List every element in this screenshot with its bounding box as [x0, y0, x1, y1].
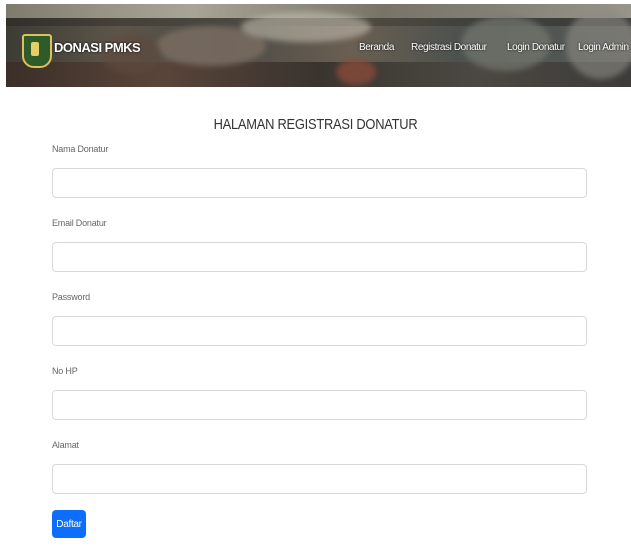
- banner-photo-layer: [6, 62, 631, 87]
- logo-emblem-icon[interactable]: [22, 34, 52, 68]
- nama-donatur-input[interactable]: [52, 168, 587, 198]
- nav-login-admin[interactable]: Login Admin: [578, 42, 629, 53]
- nav-registrasi-donatur[interactable]: Registrasi Donatur: [411, 42, 487, 53]
- nav-beranda[interactable]: Beranda: [359, 42, 394, 53]
- password-input[interactable]: [52, 316, 587, 346]
- email-donatur-input[interactable]: [52, 242, 587, 272]
- email-donatur-label: Email Donatur: [52, 218, 107, 228]
- brand-title[interactable]: DONASI PMKS: [54, 40, 141, 55]
- no-hp-label: No HP: [52, 366, 78, 376]
- banner-photo-detail: [336, 59, 376, 85]
- nama-donatur-label: Nama Donatur: [52, 144, 109, 154]
- nav-login-donatur[interactable]: Login Donatur: [507, 42, 565, 53]
- page-title: HALAMAN REGISTRASI DONATUR: [213, 116, 418, 133]
- password-label: Password: [52, 292, 90, 302]
- alamat-input[interactable]: [52, 464, 587, 494]
- daftar-button[interactable]: Daftar: [52, 510, 86, 538]
- banner-photo-detail: [241, 12, 371, 42]
- no-hp-input[interactable]: [52, 390, 587, 420]
- header-banner: DONASI PMKS Beranda Registrasi Donatur L…: [6, 4, 631, 87]
- alamat-label: Alamat: [52, 440, 79, 450]
